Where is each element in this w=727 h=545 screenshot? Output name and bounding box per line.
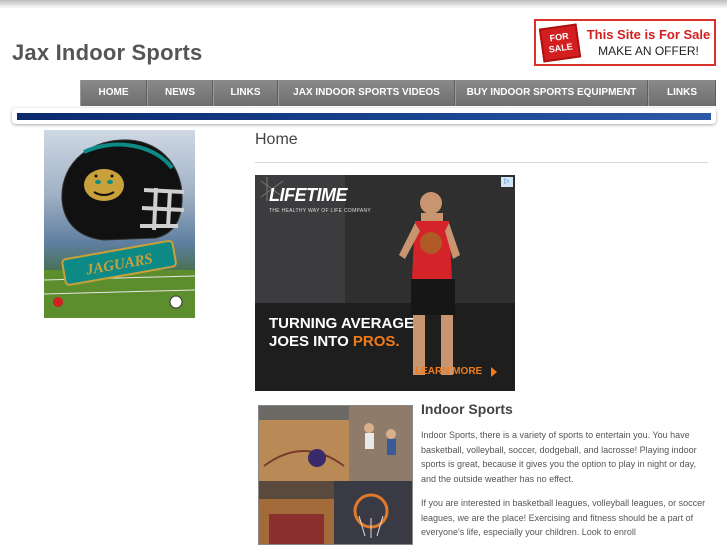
nav-item-links-2[interactable]: LINKS <box>648 80 716 106</box>
ad-learn-more-link[interactable]: LEARN MORE <box>415 366 482 377</box>
adchoices-icon[interactable]: ▷ <box>501 177 513 187</box>
nav-item-videos[interactable]: JAX INDOOR SPORTS VIDEOS <box>278 80 455 106</box>
ad-headline-line2: JOES INTO PROS. <box>269 333 400 350</box>
nav-item-buy-equipment[interactable]: BUY INDOOR SPORTS EQUIPMENT <box>455 80 648 106</box>
nav-item-news[interactable]: NEWS <box>147 80 213 106</box>
ad-brand: LIFETIME <box>269 185 348 205</box>
ad-tagline: THE HEALTHY WAY OF LIFE COMPANY <box>269 208 371 214</box>
sale-offer: MAKE AN OFFER! <box>598 44 699 58</box>
intro-paragraph: Indoor Sports, there is a variety of spo… <box>421 430 697 484</box>
nav-item-home[interactable]: HOME <box>80 80 147 106</box>
for-sale-sign-icon: FOR SALE <box>538 23 582 62</box>
header-band <box>12 108 716 124</box>
main-nav: HOME NEWS LINKS JAX INDOOR SPORTS VIDEOS… <box>80 80 716 106</box>
sale-text: This Site is For Sale MAKE AN OFFER! <box>579 27 714 58</box>
ad-headline-accent: PROS. <box>352 333 400 350</box>
indoor-sports-collage-image <box>258 405 413 545</box>
lifetime-ad[interactable]: ▷ LIFETIME THE HEALTHY WAY OF LIFE COMPA… <box>255 175 515 391</box>
ad-headline-prefix: JOES INTO <box>269 333 353 350</box>
site-title[interactable]: Jax Indoor Sports <box>12 40 202 66</box>
leagues-paragraph: If you are interested in basketball leag… <box>421 498 706 537</box>
sale-headline: This Site is For Sale <box>586 27 711 42</box>
top-strip-highlight <box>0 6 727 8</box>
header-band-bar <box>17 113 711 120</box>
nav-item-links[interactable]: LINKS <box>213 80 278 106</box>
jaguars-logo-image: JAGUARS <box>44 130 195 318</box>
section-title: Indoor Sports <box>421 401 513 417</box>
for-sale-banner[interactable]: FOR SALE This Site is For Sale MAKE AN O… <box>534 19 716 66</box>
ad-headline-line1: TURNING AVERAGE <box>269 315 415 332</box>
page-heading: Home <box>255 131 298 148</box>
heading-divider <box>255 162 708 163</box>
